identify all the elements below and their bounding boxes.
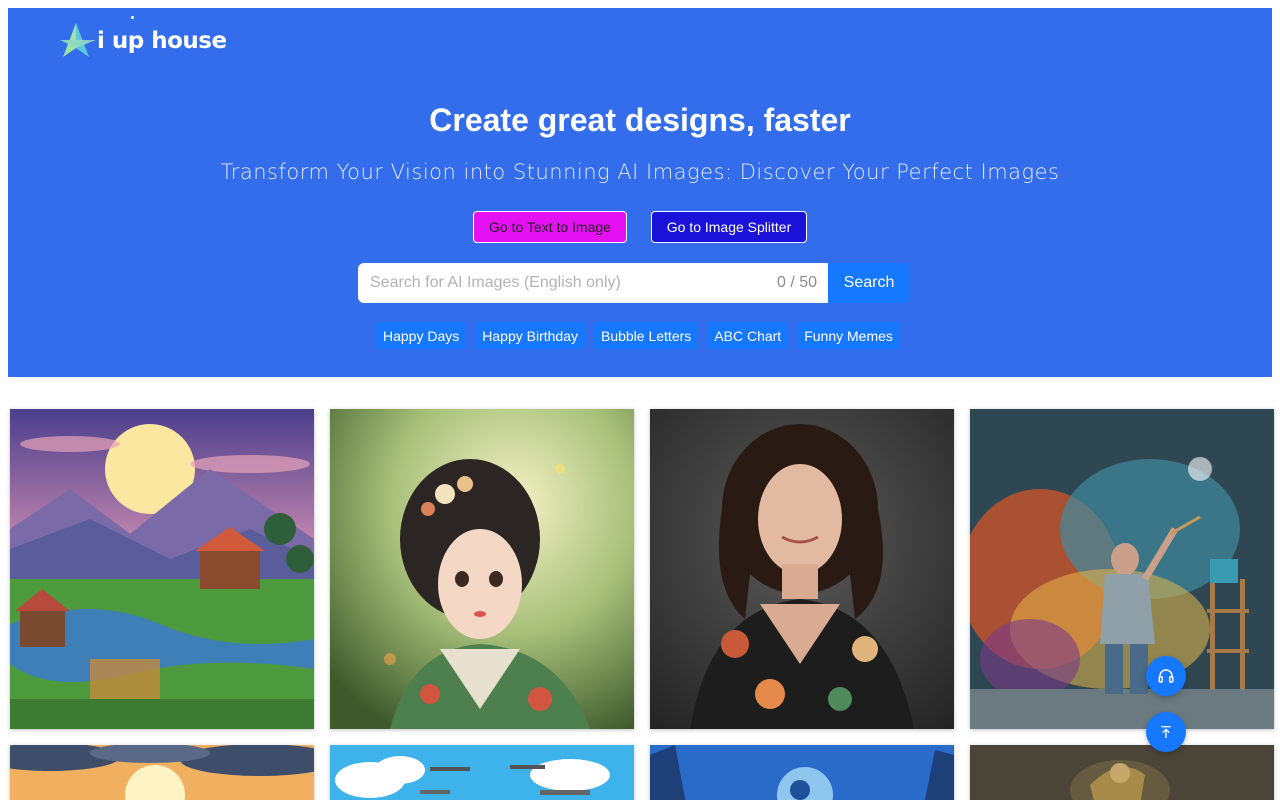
logo-text: i up house (97, 28, 227, 54)
page-title: Create great designs, faster (429, 102, 851, 138)
tag-bubble-letters[interactable]: Bubble Letters (593, 322, 699, 349)
logo-dot (131, 16, 134, 19)
back-to-top-icon (1161, 726, 1171, 738)
gallery-image-fantasy-moon[interactable] (650, 745, 954, 800)
hero-banner: i up house Create great designs, faster … (8, 8, 1272, 377)
tag-funny-memes[interactable]: Funny Memes (797, 322, 900, 349)
logo[interactable]: i up house (58, 16, 227, 60)
tag-happy-days[interactable]: Happy Days (376, 322, 467, 349)
back-to-top-button[interactable] (1146, 712, 1186, 752)
gallery-image-child-painting[interactable] (970, 409, 1274, 729)
tag-list: Happy Days Happy Birthday Bubble Letters… (376, 322, 900, 349)
image-splitter-button[interactable]: Go to Image Splitter (651, 211, 807, 243)
support-button[interactable] (1146, 656, 1186, 696)
headphones-icon (1158, 669, 1174, 683)
search-bar: 0 / 50 Search (358, 263, 910, 303)
gallery-image-airplanes-sky[interactable] (330, 745, 634, 800)
image-gallery (10, 409, 1274, 800)
search-input[interactable] (358, 263, 748, 303)
gallery-image-woman-portrait[interactable] (650, 409, 954, 729)
gallery-image-golden-statue[interactable] (970, 745, 1274, 800)
search-box: 0 / 50 (358, 263, 828, 303)
tag-abc-chart[interactable]: ABC Chart (707, 322, 789, 349)
search-char-counter: 0 / 50 (776, 274, 817, 291)
gallery-image-anime-girl[interactable] (330, 409, 634, 729)
text-to-image-button[interactable]: Go to Text to Image (473, 211, 627, 243)
tag-happy-birthday[interactable]: Happy Birthday (475, 322, 585, 349)
page-subtitle: Transform Your Vision into Stunning AI I… (220, 160, 1060, 184)
search-button[interactable]: Search (828, 263, 910, 303)
gallery-image-farm-village[interactable] (10, 409, 314, 729)
logo-icon (60, 23, 96, 57)
gallery-image-sunset-clouds[interactable] (10, 745, 314, 800)
